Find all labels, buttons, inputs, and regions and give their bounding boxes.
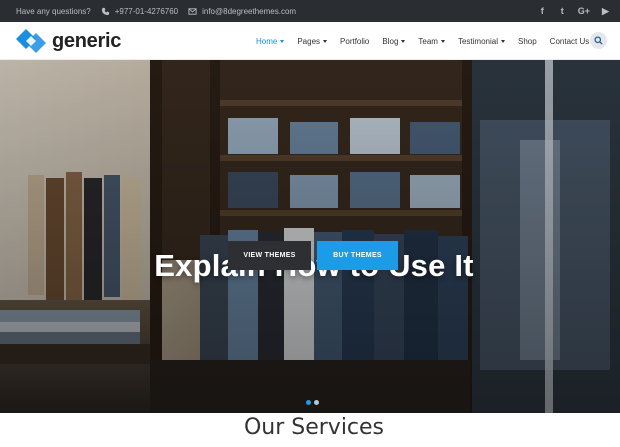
site-header: generic Home Pages Portfolio Blog Team T…: [0, 22, 620, 60]
nav-label: Shop: [517, 36, 537, 46]
nav-label: Blog: [382, 36, 399, 46]
hero-background-image: [0, 60, 620, 413]
nav-item-home[interactable]: Home: [256, 36, 285, 46]
nav-item-team[interactable]: Team: [418, 37, 445, 46]
nav-label: Testimonial: [457, 36, 498, 46]
twitter-icon[interactable]: t: [558, 6, 567, 16]
view-themes-button[interactable]: VIEW THEMES: [228, 241, 311, 270]
main-nav: Home Pages Portfolio Blog Team Testimoni…: [256, 22, 602, 60]
email-item[interactable]: info@8degreethemes.com: [188, 7, 296, 16]
youtube-icon[interactable]: ▶: [601, 6, 610, 17]
nav-item-contact[interactable]: Contact Us: [550, 37, 590, 46]
nav-label: Portfolio: [340, 36, 370, 46]
logo-mark-icon: [16, 29, 46, 53]
question-text: Have any questions?: [16, 6, 91, 16]
nav-label: Team: [418, 36, 438, 46]
nav-label: Pages: [297, 36, 321, 46]
nav-item-shop[interactable]: Shop: [518, 37, 537, 46]
services-heading: Our Services: [243, 415, 385, 440]
envelope-icon: [188, 7, 197, 15]
chevron-down-icon: [401, 39, 406, 43]
chevron-down-icon: [280, 39, 285, 43]
chevron-down-icon: [500, 39, 505, 43]
nav-label: Home: [256, 36, 278, 46]
hero-slider: Explain How to Use It: [0, 60, 620, 413]
logo-text: generic: [52, 29, 122, 52]
search-icon: [594, 36, 603, 45]
google-plus-icon[interactable]: G+: [578, 6, 590, 16]
social-links: f t G+ ▶: [538, 0, 610, 22]
nav-item-testimonial[interactable]: Testimonial: [458, 37, 505, 46]
facebook-icon[interactable]: f: [538, 6, 547, 16]
chevron-down-icon: [323, 39, 328, 43]
search-button[interactable]: [590, 32, 607, 49]
phone-icon: [101, 7, 109, 15]
nav-label: Contact Us: [549, 36, 590, 46]
phone-item[interactable]: +977-01-4276760: [101, 7, 178, 16]
top-bar: Have any questions? +977-01-4276760 info…: [0, 0, 620, 22]
nav-item-portfolio[interactable]: Portfolio: [340, 37, 369, 46]
site-logo[interactable]: generic: [16, 29, 121, 53]
slider-dot-1[interactable]: [306, 400, 311, 405]
slider-pagination: [306, 400, 319, 405]
nav-item-pages[interactable]: Pages: [297, 36, 328, 46]
phone-number: +977-01-4276760: [114, 6, 179, 16]
buy-themes-button[interactable]: BUY THEMES: [317, 241, 398, 270]
chevron-down-icon: [440, 39, 445, 43]
slider-dot-2[interactable]: [314, 400, 319, 405]
nav-item-blog[interactable]: Blog: [382, 36, 406, 46]
email-address: info@8degreethemes.com: [202, 6, 297, 16]
